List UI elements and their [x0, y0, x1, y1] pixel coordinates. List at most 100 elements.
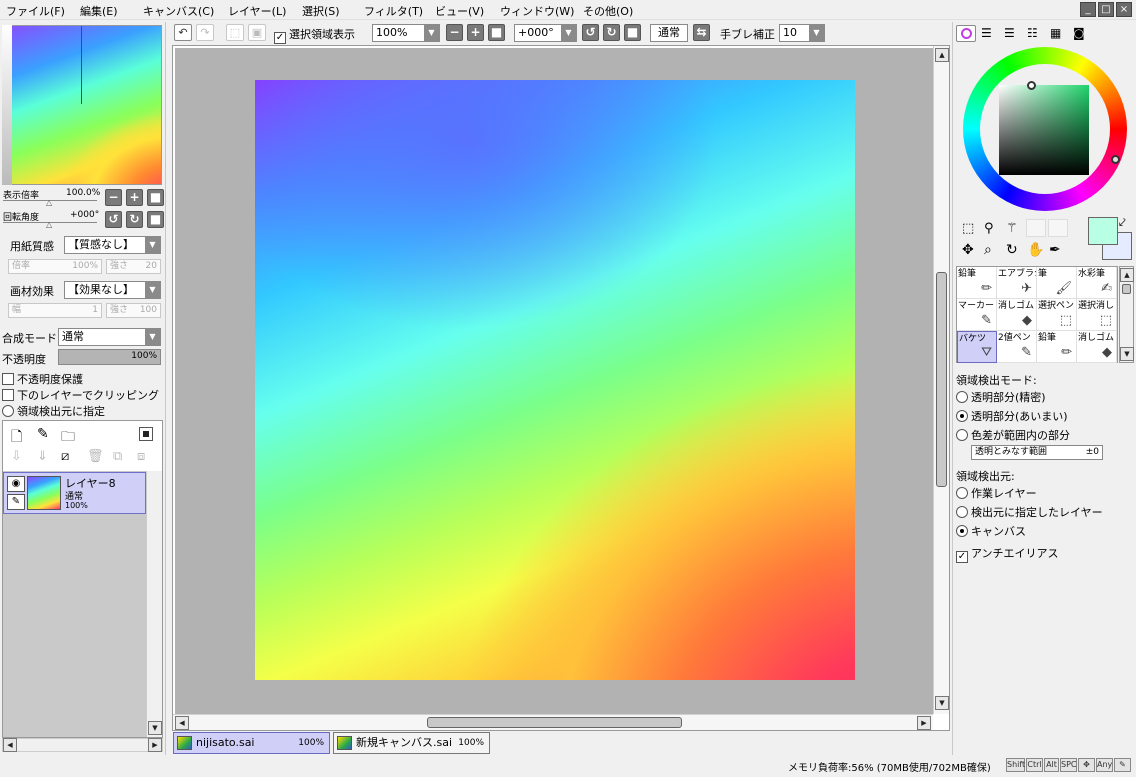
canvas-hscroll[interactable]: ◀ ▶	[173, 714, 933, 730]
hue-picker-marker[interactable]	[1111, 155, 1120, 164]
brush-lock-icon[interactable]: ✎	[7, 494, 25, 510]
menu-file[interactable]: ファイル(F)	[6, 3, 65, 19]
scroll-up-icon[interactable]: ▲	[1120, 268, 1134, 282]
menu-view[interactable]: ビュー(V)	[435, 3, 484, 19]
effect-strength-field[interactable]: 強さ 100	[106, 303, 161, 318]
tool-watercolor[interactable]: 水彩筆 ✍	[1077, 267, 1117, 299]
menu-other[interactable]: その他(O)	[583, 3, 633, 19]
zoom-select[interactable]: 100% ▼	[372, 24, 440, 42]
source-option-canvas[interactable]: キャンバス	[956, 523, 1026, 539]
opacity-slider[interactable]: 100%	[58, 349, 161, 365]
source-option-working-layer[interactable]: 作業レイヤー	[956, 485, 1037, 501]
blend-mode-select[interactable]: 通常 ▼	[58, 328, 161, 346]
zoom-out-button[interactable]: −	[446, 24, 463, 41]
close-button[interactable]: ×	[1116, 2, 1132, 17]
clip-lower-checkbox[interactable]: 下のレイヤーでクリッピング	[2, 387, 159, 403]
tool-pencil[interactable]: 鉛筆 ✏	[957, 267, 997, 299]
new-layer-icon[interactable]: 🗋	[11, 426, 22, 450]
scroll-down-icon[interactable]: ▼	[148, 721, 162, 735]
nav-zoom-in-button[interactable]: +	[126, 189, 143, 206]
tool-select-pen[interactable]: 選択ペン ⬚	[1037, 299, 1077, 331]
hsv-slider-icon[interactable]: ☰	[1004, 26, 1015, 40]
scroll-down-icon[interactable]: ▼	[1120, 347, 1134, 361]
tool-pencil-2[interactable]: 鉛筆 ✏	[1037, 331, 1077, 363]
slider-thumb-icon[interactable]: △	[46, 198, 52, 207]
hue-ring[interactable]	[963, 47, 1127, 211]
menu-canvas[interactable]: キャンバス(C)	[143, 3, 214, 19]
rotate-left-button[interactable]: ↺	[582, 24, 599, 41]
grid-icon[interactable]: ▦	[1050, 26, 1061, 40]
scroll-left-icon[interactable]: ◀	[3, 738, 17, 752]
eye-icon[interactable]: ◉	[7, 476, 25, 492]
tool-select-erase[interactable]: 選択消し ⬚	[1077, 299, 1117, 331]
minimize-button[interactable]: _	[1080, 2, 1096, 17]
rotate-icon[interactable]: ↻	[1006, 242, 1018, 258]
swatch-list-icon[interactable]: ☷	[1027, 26, 1038, 40]
new-folder-icon[interactable]: 🗀	[61, 426, 75, 450]
slider-thumb-icon[interactable]: △	[46, 220, 52, 229]
layer-row[interactable]: ◉ ✎ レイヤー8 通常 100%	[3, 472, 146, 514]
nav-rotate-right-button[interactable]: ↻	[126, 211, 143, 228]
transfer-down-icon[interactable]: ⇩	[11, 449, 22, 464]
detect-source-radio[interactable]: 領域検出元に指定	[2, 403, 105, 419]
mode-option-precise[interactable]: 透明部分(精密)	[956, 389, 1046, 405]
nav-zoom-out-button[interactable]: −	[105, 189, 122, 206]
rgb-slider-icon[interactable]: ☰	[981, 26, 992, 40]
lasso-icon[interactable]: ⚲	[984, 221, 994, 236]
rect-select-icon[interactable]: ⬚	[962, 221, 974, 236]
zoom-icon[interactable]: ⌕	[984, 242, 992, 258]
tool-airbrush[interactable]: エアブラシ✈	[997, 267, 1037, 299]
zoom-in-button[interactable]: +	[467, 24, 484, 41]
stabilizer-select[interactable]: 10 ▼	[779, 24, 825, 42]
eyedropper-icon[interactable]: ✒	[1049, 242, 1061, 258]
nav-rotate-left-button[interactable]: ↺	[105, 211, 122, 228]
zoom-reset-button[interactable]: ■	[488, 24, 505, 41]
selection-display-checkbox[interactable]: ✓ 選択領域表示	[274, 26, 355, 44]
redo-icon[interactable]: ↷	[196, 24, 214, 41]
scratchpad-icon[interactable]: ◙	[1073, 26, 1085, 40]
canvas-vscroll[interactable]: ▲ ▼	[933, 46, 949, 714]
document-tab[interactable]: nijisato.sai 100%	[173, 732, 330, 754]
tool-eraser[interactable]: 消しゴム ◆	[997, 299, 1037, 331]
invert-selection-icon[interactable]: ▣	[248, 24, 266, 41]
sv-picker-marker[interactable]	[1027, 81, 1036, 90]
layer-scrollbar[interactable]: ▼	[146, 471, 162, 737]
layer-mask-icon[interactable]	[139, 427, 153, 441]
tool-binary-pen[interactable]: 2値ペン ✎	[997, 331, 1037, 363]
menu-filter[interactable]: フィルタ(T)	[364, 3, 423, 19]
paper-scale-field[interactable]: 倍率 100%	[8, 259, 102, 274]
deselect-icon[interactable]: ⬚	[226, 24, 244, 41]
delete-layer-icon[interactable]: 🗑	[87, 449, 104, 464]
color-wheel-icon[interactable]	[956, 25, 976, 42]
merge-down-icon[interactable]: ⇓	[37, 449, 48, 464]
navigator-preview[interactable]	[2, 25, 162, 185]
move-icon[interactable]: ✥	[962, 242, 974, 258]
rotation-select[interactable]: +000° ▼	[514, 24, 577, 42]
hscroll-thumb[interactable]	[427, 717, 682, 728]
menu-window[interactable]: ウィンドウ(W)	[500, 3, 574, 19]
clear-layer-icon[interactable]: ⧄	[61, 449, 69, 464]
scroll-down-icon[interactable]: ▼	[935, 696, 949, 710]
left-panel-hscroll[interactable]: ◀ ▶	[2, 738, 163, 752]
saturation-value-square[interactable]	[999, 85, 1089, 175]
paper-texture-select[interactable]: 【質感なし】 ▼	[64, 236, 161, 254]
flip-icon[interactable]: ⇆	[693, 24, 710, 41]
antialias-checkbox[interactable]: ✓ アンチエイリアス	[956, 545, 1059, 563]
protect-opacity-checkbox[interactable]: 不透明度保護	[2, 371, 83, 387]
paper-strength-field[interactable]: 強さ 20	[106, 259, 161, 274]
effect-width-field[interactable]: 幅1	[8, 303, 102, 318]
merge-visible-icon[interactable]: ⧉	[113, 449, 122, 464]
rotate-reset-button[interactable]: ■	[624, 24, 641, 41]
nav-zoom-reset-button[interactable]: ■	[147, 189, 164, 206]
scroll-right-icon[interactable]: ▶	[148, 738, 162, 752]
scroll-left-icon[interactable]: ◀	[175, 716, 189, 730]
magic-wand-icon[interactable]: ⚚	[1006, 221, 1018, 236]
vscroll-thumb[interactable]	[936, 272, 947, 487]
menu-select[interactable]: 選択(S)	[302, 3, 340, 19]
flatten-icon[interactable]: ⧈	[137, 449, 145, 464]
tool-scroll-thumb[interactable]	[1122, 284, 1131, 294]
tool-bucket[interactable]: バケツ ⛛	[957, 331, 997, 363]
menu-edit[interactable]: 編集(E)	[80, 3, 118, 19]
transparency-range-slider[interactable]: 透明とみなす範囲 ±0	[971, 445, 1103, 460]
new-linework-layer-icon[interactable]: ✎	[37, 426, 49, 442]
